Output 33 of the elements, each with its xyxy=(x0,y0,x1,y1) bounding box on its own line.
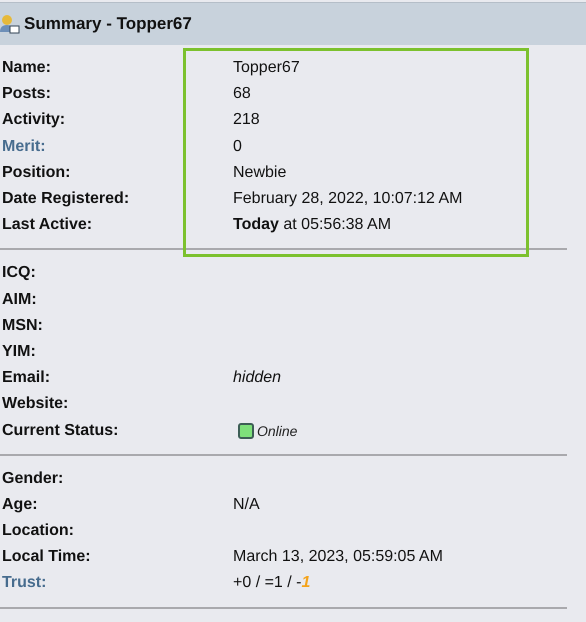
field-value: 0 xyxy=(233,138,242,156)
field-value: 218 xyxy=(233,111,260,130)
field-value: 68 xyxy=(233,85,251,104)
field-label: Current Status: xyxy=(1,422,120,440)
field-label: Position: xyxy=(1,164,72,182)
field-label: Date Registered: xyxy=(1,190,130,208)
field-label-link[interactable]: Trust: xyxy=(0,574,233,592)
field-label: Location: xyxy=(1,522,75,540)
trust-value: +0 / =1 / -1 xyxy=(233,574,310,592)
field-label: Age: xyxy=(1,496,39,514)
summary-title: Summary - Topper67 xyxy=(24,14,192,34)
field-value: N/A xyxy=(233,496,260,514)
field-value: hidden xyxy=(233,369,282,388)
users-icon xyxy=(0,14,20,34)
field-label: MSN: xyxy=(1,316,44,335)
field-label: ICQ: xyxy=(1,264,37,282)
field-label: YIM: xyxy=(1,342,37,361)
field-label: Last Active: xyxy=(1,216,94,234)
field-label: AIM: xyxy=(1,290,38,309)
field-label: Email: xyxy=(1,369,52,388)
field-label: Posts: xyxy=(1,85,52,104)
field-label-link[interactable]: Merit: xyxy=(0,138,233,156)
field-value: February 28, 2022, 10:07:12 AM xyxy=(233,190,462,208)
field-label: Name: xyxy=(1,59,52,78)
status-text: Online xyxy=(257,422,298,439)
field-value: Topper67 xyxy=(233,59,300,78)
field-value: Today at 05:56:38 AM xyxy=(233,216,392,234)
field-value: March 13, 2023, 05:59:05 AM xyxy=(233,548,443,566)
field-label: Website: xyxy=(1,395,70,414)
field-label: Activity: xyxy=(1,111,66,130)
field-label: Gender: xyxy=(1,470,64,488)
field-label: Local Time: xyxy=(1,548,92,566)
field-value: Newbie xyxy=(233,164,286,182)
